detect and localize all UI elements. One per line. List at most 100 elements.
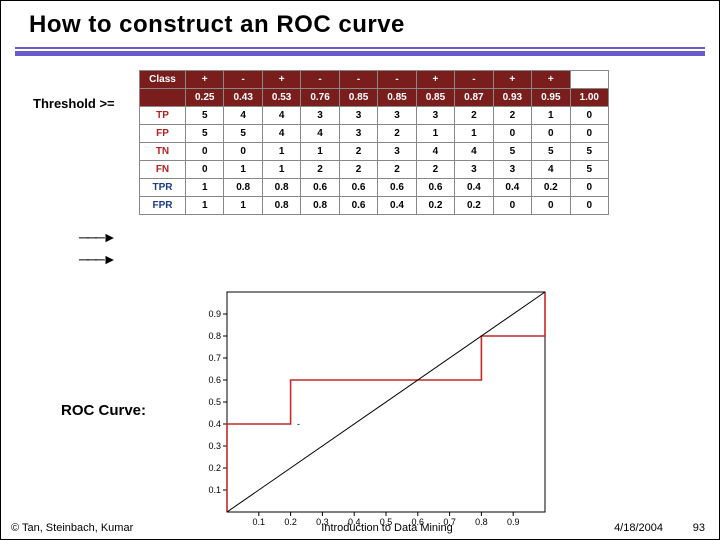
table-row-fpr: FPR 110.80.80.60.40.20.2000	[140, 197, 609, 215]
rowhead: TN	[140, 143, 186, 161]
divider-thin	[15, 47, 705, 49]
cell: 0.95	[532, 89, 570, 107]
roc-table: Class + - + - - - + - + + 0.25 0.43 0.53…	[139, 70, 609, 215]
cell: 4	[262, 125, 300, 143]
cell: 1	[262, 143, 300, 161]
cell: 0.6	[301, 179, 339, 197]
cell: -	[301, 71, 339, 89]
cell: 0	[186, 143, 224, 161]
cell: -	[224, 71, 262, 89]
table-row-tpr: TPR 10.80.80.60.60.60.60.40.40.20	[140, 179, 609, 197]
svg-text:-: -	[297, 419, 300, 429]
threshold-label: Threshold >=	[33, 96, 115, 111]
cell	[570, 71, 608, 89]
svg-text:0.2: 0.2	[208, 463, 221, 473]
cell: -	[455, 71, 493, 89]
footer-copyright: © Tan, Steinbach, Kumar	[1, 522, 211, 534]
cell: 0.93	[493, 89, 531, 107]
cell: 4	[532, 161, 570, 179]
cell: 4	[455, 143, 493, 161]
footer: © Tan, Steinbach, Kumar Introduction to …	[1, 517, 719, 539]
cell: +	[493, 71, 531, 89]
cell: 2	[455, 107, 493, 125]
cell: 5	[186, 107, 224, 125]
cell: 0	[224, 143, 262, 161]
cell: 4	[224, 107, 262, 125]
cell: 5	[532, 143, 570, 161]
cell: 1	[455, 125, 493, 143]
rowhead-threshold	[140, 89, 186, 107]
cell: 1	[186, 197, 224, 215]
table-row-fp: FP 55443211000	[140, 125, 609, 143]
cell: 3	[378, 107, 416, 125]
cell: 0.85	[378, 89, 416, 107]
cell: 5	[493, 143, 531, 161]
footer-date: 4/18/2004	[563, 522, 673, 534]
cell: 0.2	[532, 179, 570, 197]
cell: 1	[416, 125, 454, 143]
svg-text:0.8: 0.8	[208, 331, 221, 341]
cell: 3	[493, 161, 531, 179]
cell: 4	[262, 107, 300, 125]
cell: -	[339, 71, 377, 89]
svg-text:0.4: 0.4	[208, 419, 221, 429]
cell: 4	[301, 125, 339, 143]
cell: 0.87	[455, 89, 493, 107]
cell: 0	[570, 107, 608, 125]
cell: 1	[224, 197, 262, 215]
svg-text:0.3: 0.3	[208, 441, 221, 451]
cell: 0.6	[339, 197, 377, 215]
cell: +	[262, 71, 300, 89]
cell: 0.2	[416, 197, 454, 215]
cell: 0.53	[262, 89, 300, 107]
cell: +	[416, 71, 454, 89]
content: Threshold >= ───► ───► Class + - + - - -…	[1, 56, 719, 215]
rowhead: FN	[140, 161, 186, 179]
table-row-threshold: 0.25 0.43 0.53 0.76 0.85 0.85 0.85 0.87 …	[140, 89, 609, 107]
cell: 3	[455, 161, 493, 179]
cell: 0	[570, 179, 608, 197]
cell: 0	[570, 197, 608, 215]
cell: 0.6	[378, 179, 416, 197]
cell: 0	[493, 197, 531, 215]
footer-center: Introduction to Data Mining	[211, 522, 563, 534]
svg-text:0.6: 0.6	[208, 375, 221, 385]
cell: 0.85	[416, 89, 454, 107]
cell: 5	[224, 125, 262, 143]
cell: 2	[339, 161, 377, 179]
cell: 1	[262, 161, 300, 179]
cell: 0.4	[455, 179, 493, 197]
cell: 0.25	[186, 89, 224, 107]
cell: 0.4	[493, 179, 531, 197]
cell: 1	[532, 107, 570, 125]
cell: 0	[532, 197, 570, 215]
cell: 0	[532, 125, 570, 143]
pointer-arrows: ───► ───►	[79, 226, 115, 270]
table-row-tn: TN 00112344555	[140, 143, 609, 161]
cell: 0.43	[224, 89, 262, 107]
cell: 4	[416, 143, 454, 161]
cell: 2	[301, 161, 339, 179]
cell: 3	[416, 107, 454, 125]
rowhead: FPR	[140, 197, 186, 215]
cell: 3	[378, 143, 416, 161]
rowhead: FP	[140, 125, 186, 143]
cell: 2	[378, 161, 416, 179]
cell: 3	[301, 107, 339, 125]
svg-text:0.5: 0.5	[208, 397, 221, 407]
cell: 0.6	[416, 179, 454, 197]
rowhead: TPR	[140, 179, 186, 197]
cell: 0.6	[339, 179, 377, 197]
cell: 0.8	[262, 197, 300, 215]
roc-chart: 0.10.20.30.40.50.60.70.80.90.10.20.30.40…	[185, 286, 555, 536]
cell: 0.2	[455, 197, 493, 215]
cell: 3	[339, 125, 377, 143]
cell: 0.76	[301, 89, 339, 107]
table-row-tp: TP 54433332210	[140, 107, 609, 125]
cell: 1	[301, 143, 339, 161]
cell: 5	[570, 143, 608, 161]
cell: 1	[186, 179, 224, 197]
cell: 0.8	[301, 197, 339, 215]
svg-text:0.9: 0.9	[208, 309, 221, 319]
cell: +	[532, 71, 570, 89]
